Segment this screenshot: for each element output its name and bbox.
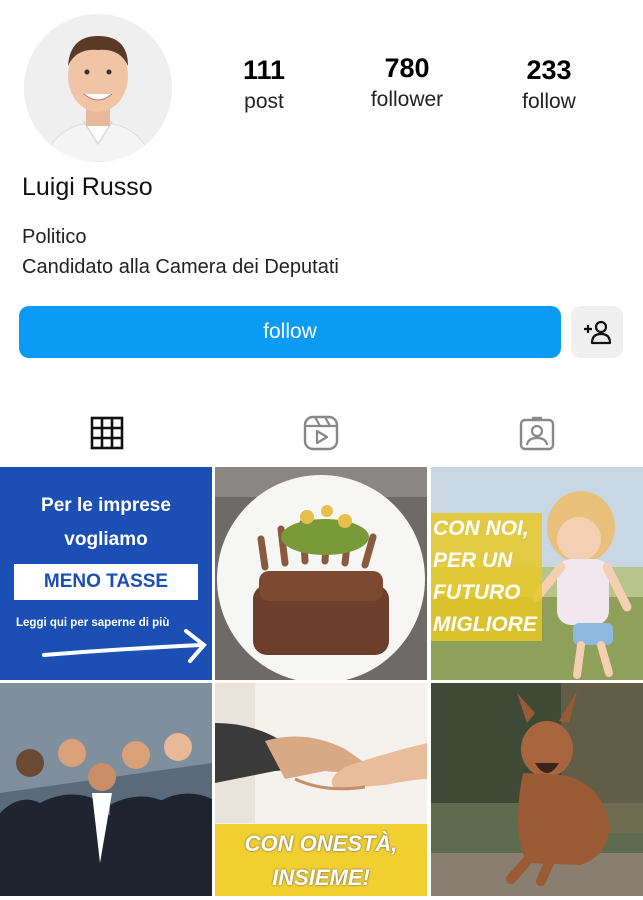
stat-posts[interactable]: 111 post <box>204 54 324 116</box>
tab-posts-grid[interactable] <box>82 408 132 458</box>
post-2[interactable] <box>215 467 427 680</box>
grid-icon <box>90 416 124 450</box>
reels-icon <box>303 415 339 451</box>
dog-photo-icon <box>431 683 643 896</box>
post-3-line-4: MIGLIORE <box>433 613 537 636</box>
post-5-caption: CON ONESTÀ, INSIEME! <box>215 827 427 895</box>
post-1[interactable]: Per le imprese vogliamo MENO TASSE Leggi… <box>0 467 212 680</box>
stat-followers-label: follower <box>370 88 444 111</box>
profile-bio: Politico Candidato alla Camera dei Deput… <box>22 222 339 282</box>
person-plus-icon <box>584 320 612 345</box>
post-1-line-2: vogliamo <box>64 529 148 550</box>
stat-posts-label: post <box>244 90 284 113</box>
food-photo-icon <box>215 467 427 680</box>
team-photo-icon <box>0 683 212 896</box>
post-1-line-1: Per le imprese <box>41 495 171 516</box>
post-4[interactable] <box>0 683 212 896</box>
profile-name: Luigi Russo <box>22 173 153 201</box>
post-3-caption: CON NOI, PER UN FUTURO MIGLIORE <box>433 513 537 641</box>
profile-tabs <box>0 408 643 458</box>
stat-following[interactable]: 233 follow <box>489 54 609 116</box>
post-3-line-3: FUTURO <box>433 581 521 604</box>
follow-button[interactable]: follow <box>19 306 561 358</box>
tab-reels[interactable] <box>296 408 346 458</box>
stat-following-value: 233 <box>526 55 572 85</box>
bio-line-2: Candidato alla Camera dei Deputati <box>22 256 339 278</box>
post-5-line-1: CON ONESTÀ, <box>244 831 398 856</box>
post-3-line-1: CON NOI, <box>433 517 529 540</box>
tagged-icon <box>519 416 555 451</box>
arrow-icon <box>42 629 207 663</box>
post-6[interactable] <box>431 683 643 896</box>
profile-stats: 111 post 780 follower 233 follow <box>190 52 643 124</box>
post-5[interactable]: CON ONESTÀ, INSIEME! <box>215 683 427 896</box>
stat-followers-value: 780 <box>384 53 430 83</box>
profile-avatar[interactable] <box>24 14 172 162</box>
stat-followers[interactable]: 780 follower <box>347 52 467 114</box>
tab-tagged[interactable] <box>512 408 562 458</box>
posts-grid: Per le imprese vogliamo MENO TASSE Leggi… <box>0 467 643 900</box>
post-1-box: MENO TASSE <box>14 564 198 600</box>
stat-posts-value: 111 <box>242 55 286 85</box>
post-3[interactable]: CON NOI, PER UN FUTURO MIGLIORE <box>431 467 643 680</box>
bio-line-1: Politico <box>22 226 87 248</box>
post-3-line-2: PER UN <box>433 549 513 572</box>
stat-following-label: follow <box>522 90 576 113</box>
post-5-line-2: INSIEME! <box>272 865 370 890</box>
suggest-people-button[interactable] <box>571 306 623 358</box>
